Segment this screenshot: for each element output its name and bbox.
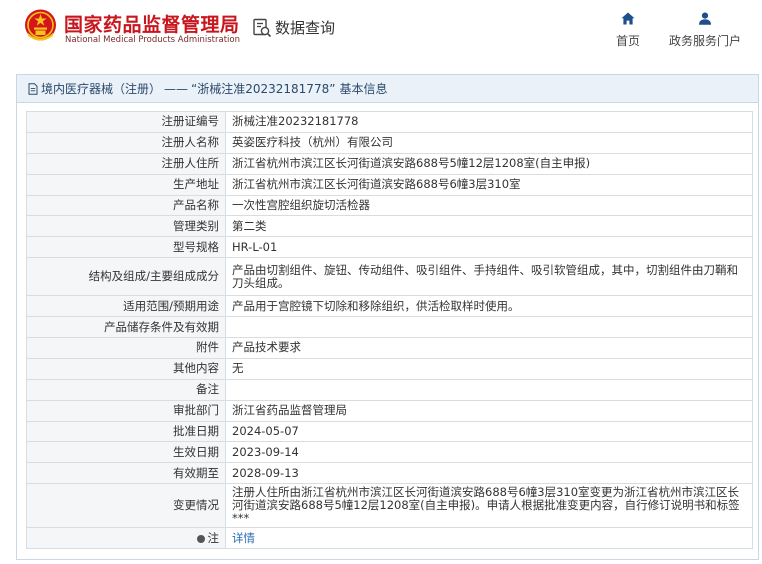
field-label: 有效期至	[26, 462, 226, 485]
field-label: 生产地址	[26, 173, 226, 196]
field-label: 生效日期	[26, 441, 226, 464]
field-value: 2028-09-13	[225, 462, 753, 485]
table-row: 审批部门 浙江省药品监督管理局	[26, 399, 753, 422]
site-name[interactable]: 国家药品监督管理局	[64, 10, 240, 37]
field-value	[225, 378, 753, 401]
field-label: 适用范围/预期用途	[26, 295, 226, 318]
table-row: 其他内容无	[26, 357, 753, 380]
table-row: 注册证编号 浙械注准20232181778	[26, 111, 753, 133]
field-value: 注册人住所由浙江省杭州市滨江区长河街道滨安路688号6幢3层310室变更为浙江省…	[225, 483, 753, 529]
note-icon	[196, 534, 205, 543]
nav-gov-service[interactable]: 政务服务门户	[667, 12, 743, 49]
field-value: 浙江省杭州市滨江区长河街道滨安路688号5幢12层1208室(自主申报)	[225, 152, 753, 175]
field-label: 附件	[26, 337, 226, 359]
field-label: 注册证编号	[26, 111, 226, 133]
document-icon	[28, 82, 38, 95]
field-value: 2023-09-14	[225, 441, 753, 464]
field-value: 浙械注准20232181778	[225, 111, 753, 133]
breadcrumb-category[interactable]: 境内医疗器械（注册）	[41, 75, 161, 103]
table-row: 适用范围/预期用途 产品用于宫腔镜下切除和移除组织，供活检取样时使用。	[26, 295, 753, 318]
field-label: 注册人住所	[26, 152, 226, 175]
table-row: 生效日期 2023-09-14	[26, 441, 753, 464]
table-row: 产品名称 一次性宫腔组织旋切活检器	[26, 194, 753, 217]
table-row: 备注	[26, 378, 753, 401]
breadcrumb-separator: ——	[164, 81, 189, 96]
table-row-note: 注详情	[26, 527, 753, 550]
data-query-link[interactable]: 数据查询	[252, 17, 335, 38]
table-row: 注册人住所 浙江省杭州市滨江区长河街道滨安路688号5幢12层1208室(自主申报…	[26, 152, 753, 175]
table-row: 管理类别 第二类	[26, 215, 753, 238]
national-emblem-icon	[25, 9, 56, 41]
registration-info-table: 注册证编号 浙械注准20232181778 注册人名称 英姿医疗科技（杭州）有限公司注…	[26, 111, 753, 550]
field-label: 产品名称	[26, 194, 226, 217]
note-label: 注	[207, 530, 220, 545]
table-row: 变更情况 注册人住所由浙江省杭州市滨江区长河街道滨安路688号6幢3层310室变更…	[26, 483, 753, 529]
table-row: 产品储存条件及有效期	[26, 316, 753, 339]
table-row: 有效期至 2028-09-13	[26, 462, 753, 485]
note-value-cell: 详情	[225, 527, 753, 550]
field-value: 一次性宫腔组织旋切活检器	[225, 194, 753, 217]
field-label: 注册人名称	[26, 131, 226, 154]
table-row: 批准日期 2024-05-07	[26, 420, 753, 443]
breadcrumb: 境内医疗器械（注册） —— “浙械注准20232181778” 基本信息	[17, 75, 758, 103]
field-label: 批准日期	[26, 420, 226, 443]
field-label: 变更情况	[26, 483, 226, 529]
field-value: 产品技术要求	[225, 337, 753, 359]
table-row: 注册人名称 英姿医疗科技（杭州）有限公司	[26, 131, 753, 154]
field-label: 管理类别	[26, 215, 226, 238]
field-label: 型号规格	[26, 236, 226, 259]
user-icon	[699, 12, 711, 25]
field-label: 结构及组成/主要组成成分	[26, 257, 226, 297]
field-label: 产品储存条件及有效期	[26, 316, 226, 339]
field-value: 浙江省药品监督管理局	[225, 399, 753, 422]
search-document-icon	[253, 18, 272, 37]
field-value: 产品由切割组件、旋钮、传动组件、吸引组件、手持组件、吸引软管组成，其中，切割组件…	[225, 257, 753, 297]
field-value: HR-L-01	[225, 236, 753, 259]
table-row: 生产地址 浙江省杭州市滨江区长河街道滨安路688号6幢3层310室	[26, 173, 753, 196]
field-value	[225, 316, 753, 339]
field-value: 第二类	[225, 215, 753, 238]
table-row: 附件 产品技术要求	[26, 337, 753, 359]
field-value: 2024-05-07	[225, 420, 753, 443]
data-query-label: 数据查询	[275, 19, 336, 37]
table-row: 型号规格 HR-L-01	[26, 236, 753, 259]
field-value: 产品用于宫腔镜下切除和移除组织，供活检取样时使用。	[225, 295, 753, 318]
detail-panel: 境内医疗器械（注册） —— “浙械注准20232181778” 基本信息 注册证…	[16, 74, 759, 560]
breadcrumb-suffix: 基本信息	[339, 81, 388, 96]
field-label: 其他内容	[26, 357, 226, 380]
field-label: 审批部门	[26, 399, 226, 422]
nav-home-label: 首页	[615, 34, 640, 48]
breadcrumb-record: “浙械注准20232181778”	[191, 81, 336, 96]
table-row: 结构及组成/主要组成成分 产品由切割组件、旋钮、传动组件、吸引组件、手持组件、吸引…	[26, 257, 753, 297]
field-value: 英姿医疗科技（杭州）有限公司	[225, 131, 753, 154]
home-icon	[621, 12, 635, 25]
note-label-cell: 注	[26, 527, 226, 550]
nav-gov-service-label: 政务服务门户	[668, 34, 741, 48]
detail-link[interactable]: 详情	[232, 531, 255, 545]
site-name-en: National Medical Products Administration	[65, 35, 240, 45]
field-value: 无	[225, 357, 753, 380]
field-label: 备注	[26, 378, 226, 401]
site-header: 国家药品监督管理局 National Medical Products Admi…	[0, 0, 762, 64]
field-value: 浙江省杭州市滨江区长河街道滨安路688号6幢3层310室	[225, 173, 753, 196]
nav-home[interactable]: 首页	[614, 12, 642, 49]
